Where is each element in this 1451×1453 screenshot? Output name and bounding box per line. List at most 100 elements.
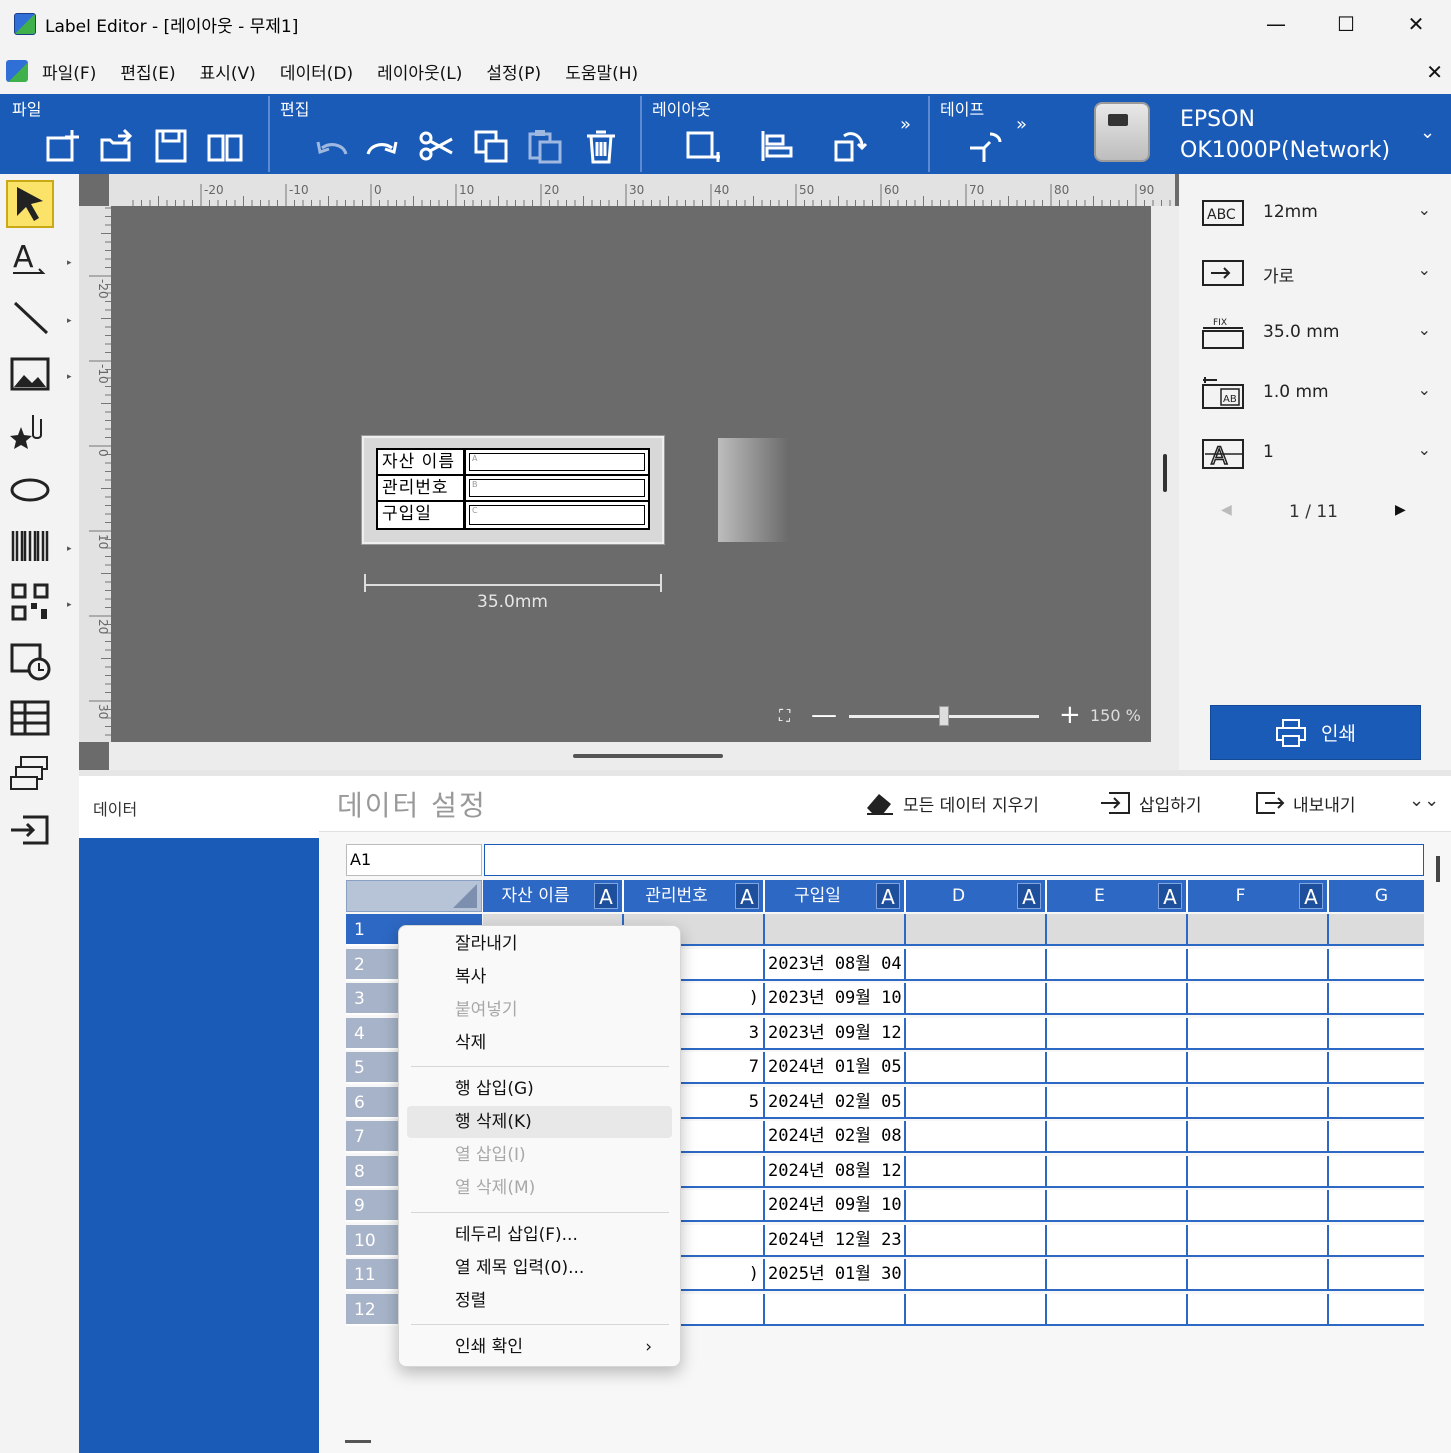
context-menu-item[interactable]: 복사	[407, 961, 672, 993]
ribbon-overflow[interactable]: »	[900, 114, 911, 135]
menu-file[interactable]: 파일(F)	[42, 59, 96, 84]
column-header[interactable]: FA	[1188, 880, 1329, 912]
margin-dropdown[interactable]: AB 1.0 mm ⌄	[1199, 372, 1431, 416]
save-icon[interactable]	[152, 128, 190, 164]
column-type-badge[interactable]: A	[594, 883, 618, 909]
column-type-badge[interactable]: A	[1299, 883, 1323, 909]
table-cell[interactable]	[906, 914, 1047, 946]
table-cell[interactable]	[1188, 1190, 1329, 1222]
maximize-button[interactable]: ☐	[1311, 0, 1381, 48]
table-cell[interactable]	[1329, 1190, 1424, 1222]
table-cell[interactable]: 2023년 09월 10	[765, 983, 906, 1015]
next-page-button[interactable]: ▶	[1395, 502, 1406, 518]
book-icon[interactable]	[206, 128, 244, 164]
grid-vertical-scrollbar[interactable]	[1436, 856, 1440, 882]
context-menu-item[interactable]: 행 삭제(K)	[407, 1106, 672, 1138]
undo-icon[interactable]	[312, 128, 350, 164]
table-cell[interactable]	[1047, 1190, 1188, 1222]
menu-layout[interactable]: 레이아웃(L)	[377, 59, 462, 84]
fit-to-window-icon[interactable]: ⛶	[779, 706, 790, 726]
table-cell[interactable]	[906, 983, 1047, 1015]
context-menu-item[interactable]: 잘라내기	[407, 928, 672, 960]
tool-expand-arrow[interactable]: ▸	[67, 372, 72, 382]
cut-icon[interactable]	[418, 128, 456, 164]
table-cell[interactable]	[1329, 1224, 1424, 1257]
grid-horizontal-scrollbar[interactable]	[345, 1440, 371, 1443]
table-cell[interactable]	[1188, 1121, 1329, 1153]
table-cell[interactable]	[906, 948, 1047, 981]
column-type-badge[interactable]: A	[735, 883, 759, 909]
barcode-tool[interactable]	[6, 522, 54, 570]
table-cell[interactable]	[1047, 948, 1188, 981]
serial-number-tool[interactable]	[6, 750, 54, 798]
table-cell[interactable]	[906, 1293, 1047, 1326]
menu-edit[interactable]: 편집(E)	[120, 59, 175, 84]
table-cell[interactable]	[1329, 1155, 1424, 1188]
orientation-dropdown[interactable]: 가로 ⌄	[1199, 252, 1431, 296]
table-cell[interactable]	[1047, 1224, 1188, 1257]
table-cell[interactable]	[906, 1190, 1047, 1222]
table-cell[interactable]	[906, 1224, 1047, 1257]
column-type-badge[interactable]: A	[876, 883, 900, 909]
label-length-dropdown[interactable]: FIX 35.0 mm ⌄	[1199, 312, 1431, 356]
table-cell[interactable]	[1188, 1017, 1329, 1050]
tool-expand-arrow[interactable]: ▸	[67, 544, 72, 554]
table-cell[interactable]	[906, 1086, 1047, 1119]
shape-tool[interactable]	[6, 466, 54, 514]
table-cell[interactable]: 2023년 09월 12	[765, 1017, 906, 1050]
column-header[interactable]: 구입일 A	[765, 880, 906, 912]
menu-data[interactable]: 데이터(D)	[280, 59, 353, 84]
tool-expand-arrow[interactable]: ▸	[67, 258, 72, 268]
table-cell[interactable]	[906, 1121, 1047, 1153]
table-cell[interactable]	[1188, 1293, 1329, 1326]
data-source-list[interactable]	[79, 838, 319, 1453]
copy-icon[interactable]	[472, 128, 510, 164]
label-preview[interactable]: 자산 이름 A 관리번호 B 구입일 C	[362, 436, 664, 544]
qrcode-tool[interactable]	[6, 578, 54, 626]
zoom-in-button[interactable]: +	[1059, 700, 1081, 730]
tool-expand-arrow[interactable]: ▸	[67, 316, 72, 326]
context-menu-item[interactable]: 삭제	[407, 1027, 672, 1059]
column-type-badge[interactable]: A	[1017, 883, 1041, 909]
table-cell[interactable]	[1329, 1259, 1424, 1291]
vertical-scrollbar[interactable]	[1163, 454, 1167, 492]
tool-expand-arrow[interactable]: ▸	[67, 600, 72, 610]
table-cell[interactable]: 2024년 12월 23	[765, 1224, 906, 1257]
new-file-icon[interactable]	[44, 128, 82, 164]
table-cell[interactable]: 2024년 01월 05	[765, 1052, 906, 1084]
rotate-icon[interactable]	[832, 128, 870, 164]
horizontal-scrollbar[interactable]	[573, 754, 723, 758]
select-all-cell[interactable]	[346, 880, 482, 912]
table-cell[interactable]: 2024년 02월 05	[765, 1086, 906, 1119]
clipart-tool[interactable]	[6, 408, 54, 456]
table-cell[interactable]	[1188, 983, 1329, 1015]
table-cell[interactable]	[906, 1052, 1047, 1084]
cell-reference-box[interactable]: A1	[346, 844, 482, 876]
ribbon-overflow[interactable]: »	[1016, 114, 1027, 135]
delete-icon[interactable]	[582, 128, 620, 164]
table-cell[interactable]	[1329, 1052, 1424, 1084]
context-menu-item[interactable]: 정렬	[407, 1285, 672, 1317]
column-header[interactable]: DA	[906, 880, 1047, 912]
menu-settings[interactable]: 설정(P)	[486, 59, 541, 84]
open-file-icon[interactable]	[98, 128, 136, 164]
table-cell[interactable]	[1329, 1086, 1424, 1119]
table-tool[interactable]	[6, 694, 54, 742]
line-tool[interactable]	[6, 294, 54, 342]
table-cell[interactable]	[1329, 1293, 1424, 1326]
column-header[interactable]: G	[1329, 880, 1424, 912]
context-menu-item[interactable]: 인쇄 확인 ›	[407, 1331, 672, 1363]
table-cell[interactable]	[1188, 1224, 1329, 1257]
table-cell[interactable]	[1047, 1086, 1188, 1119]
table-cell[interactable]: 2024년 02월 08	[765, 1121, 906, 1153]
previous-page-button[interactable]: ◀	[1221, 502, 1232, 518]
table-cell[interactable]	[1047, 1293, 1188, 1326]
text-tool[interactable]: A	[6, 236, 54, 284]
tape-feed-icon[interactable]	[968, 128, 1006, 164]
table-cell[interactable]	[1188, 914, 1329, 946]
table-cell[interactable]	[1047, 1017, 1188, 1050]
import-data-tool[interactable]	[6, 806, 54, 854]
table-cell[interactable]	[1329, 1121, 1424, 1153]
table-cell[interactable]	[1047, 1121, 1188, 1153]
close-button[interactable]: ✕	[1381, 0, 1451, 48]
